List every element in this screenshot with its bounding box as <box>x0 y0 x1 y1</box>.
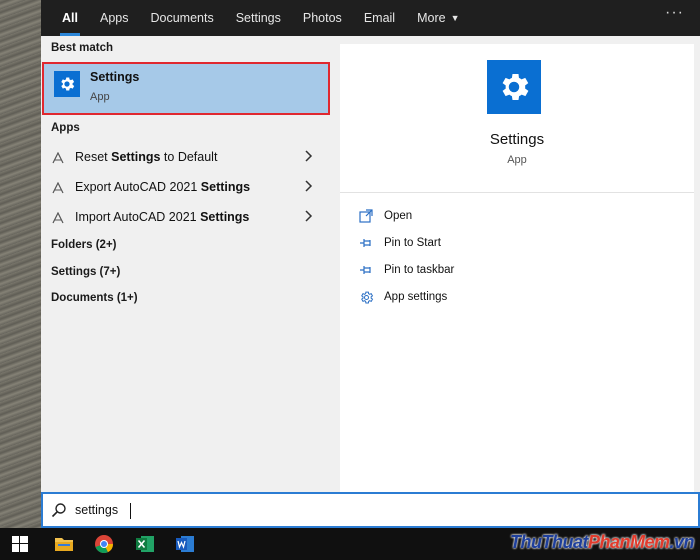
tab-photos[interactable]: Photos <box>292 0 353 36</box>
action-pin-to-start[interactable]: Pin to Start <box>358 233 441 253</box>
settings-shortcut-icon <box>51 151 65 165</box>
apps-section-label: Apps <box>51 122 80 134</box>
gear-icon <box>487 60 541 114</box>
tab-documents[interactable]: Documents <box>139 0 224 36</box>
settings-shortcut-icon <box>51 211 65 225</box>
desktop-background <box>0 0 42 528</box>
gear-icon <box>358 289 374 305</box>
tab-settings[interactable]: Settings <box>225 0 292 36</box>
action-open[interactable]: Open <box>358 206 412 226</box>
app-result-label: Export AutoCAD 2021 Settings <box>75 180 251 194</box>
preview-title: Settings <box>489 131 545 148</box>
app-result-label: Reset Settings to Default <box>75 150 218 164</box>
pin-icon <box>358 235 374 251</box>
gear-icon <box>54 71 80 97</box>
app-result-reset-settings[interactable]: Reset Settings to Default <box>41 143 337 171</box>
windows-start-icon[interactable] <box>8 532 32 556</box>
tab-more[interactable]: More ▼ <box>406 0 470 36</box>
group-settings[interactable]: Settings (7+) <box>51 266 120 278</box>
search-box[interactable] <box>41 492 700 528</box>
start-search-panel: All Apps Documents Settings Photos Email… <box>41 0 700 528</box>
preview-subtitle: App <box>507 154 527 166</box>
best-match-result[interactable]: Settings App <box>42 62 330 115</box>
word-icon[interactable] <box>173 532 197 556</box>
best-match-subtitle: App <box>90 91 110 103</box>
settings-shortcut-icon <box>51 181 65 195</box>
tab-apps[interactable]: Apps <box>89 0 140 36</box>
search-input[interactable] <box>75 500 475 520</box>
tab-email[interactable]: Email <box>353 0 406 36</box>
caret-down-icon: ▼ <box>450 13 460 23</box>
app-result-label: Import AutoCAD 2021 Settings <box>75 210 250 224</box>
filter-tabs: All Apps Documents Settings Photos Email… <box>51 0 470 36</box>
taskbar: ThuThuatPhanMem.vn <box>0 528 700 560</box>
chevron-right-icon[interactable] <box>303 179 315 193</box>
best-match-title: Settings <box>90 70 140 84</box>
chevron-right-icon[interactable] <box>303 209 315 223</box>
results-list: Best match Settings App Apps Reset Setti… <box>41 36 337 492</box>
file-explorer-icon[interactable] <box>52 532 76 556</box>
more-options-icon[interactable]: ··· <box>665 4 684 22</box>
preview-divider <box>340 192 694 193</box>
text-cursor <box>130 503 131 519</box>
app-result-export-autocad[interactable]: Export AutoCAD 2021 Settings <box>41 173 337 201</box>
site-watermark: ThuThuatPhanMem.vn <box>509 532 695 552</box>
group-documents[interactable]: Documents (1+) <box>51 292 138 304</box>
search-filter-bar: All Apps Documents Settings Photos Email… <box>41 0 700 36</box>
search-icon <box>51 503 66 518</box>
action-pin-to-taskbar[interactable]: Pin to taskbar <box>358 260 454 280</box>
chrome-icon[interactable] <box>92 532 116 556</box>
best-match-label: Best match <box>51 42 113 54</box>
preview-pane: Settings App Open Pin to Start Pin to ta… <box>340 44 694 492</box>
tab-all[interactable]: All <box>51 0 89 36</box>
chevron-right-icon[interactable] <box>303 149 315 163</box>
open-icon <box>358 208 374 224</box>
group-folders[interactable]: Folders (2+) <box>51 239 117 251</box>
excel-icon[interactable] <box>133 532 157 556</box>
app-result-import-autocad[interactable]: Import AutoCAD 2021 Settings <box>41 203 337 231</box>
pin-icon <box>358 262 374 278</box>
action-app-settings[interactable]: App settings <box>358 287 447 307</box>
